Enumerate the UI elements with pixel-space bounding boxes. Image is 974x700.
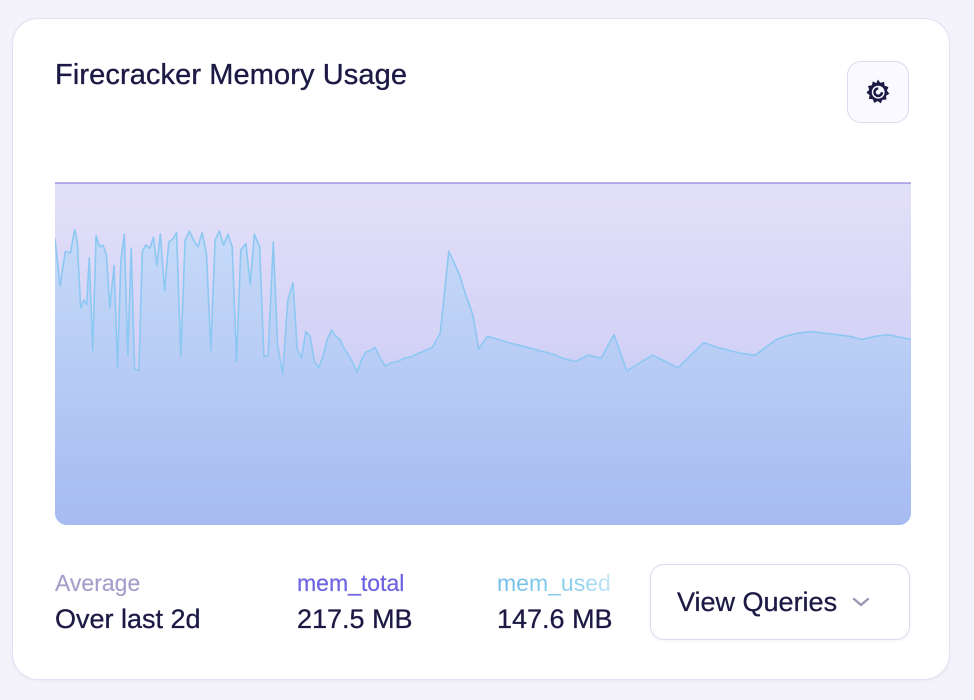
mem-used-stat: mem_used 147.6 MB (497, 569, 613, 635)
mem-used-label: mem_used (497, 570, 611, 596)
average-label: Average (55, 570, 141, 596)
mem-total-stat: mem_total 217.5 MB (297, 569, 413, 635)
panel-title: Firecracker Memory Usage (55, 59, 408, 91)
average-range: Over last 2d (55, 604, 201, 634)
mem-used-value: 147.6 MB (497, 604, 613, 634)
chart-svg (55, 182, 911, 525)
grafana-gear-icon (866, 79, 890, 104)
view-queries-label: View Queries (677, 586, 838, 617)
grafana-settings-button[interactable] (847, 61, 909, 123)
average-stat: Average Over last 2d (55, 569, 201, 635)
memory-usage-chart (55, 163, 911, 525)
mem-total-label: mem_total (297, 570, 405, 596)
view-queries-button[interactable]: View Queries (650, 564, 910, 640)
panel-card: Firecracker Memory Usage Average Over la… (12, 18, 950, 680)
mem-total-value: 217.5 MB (297, 604, 413, 634)
chevron-down-icon (851, 596, 871, 608)
